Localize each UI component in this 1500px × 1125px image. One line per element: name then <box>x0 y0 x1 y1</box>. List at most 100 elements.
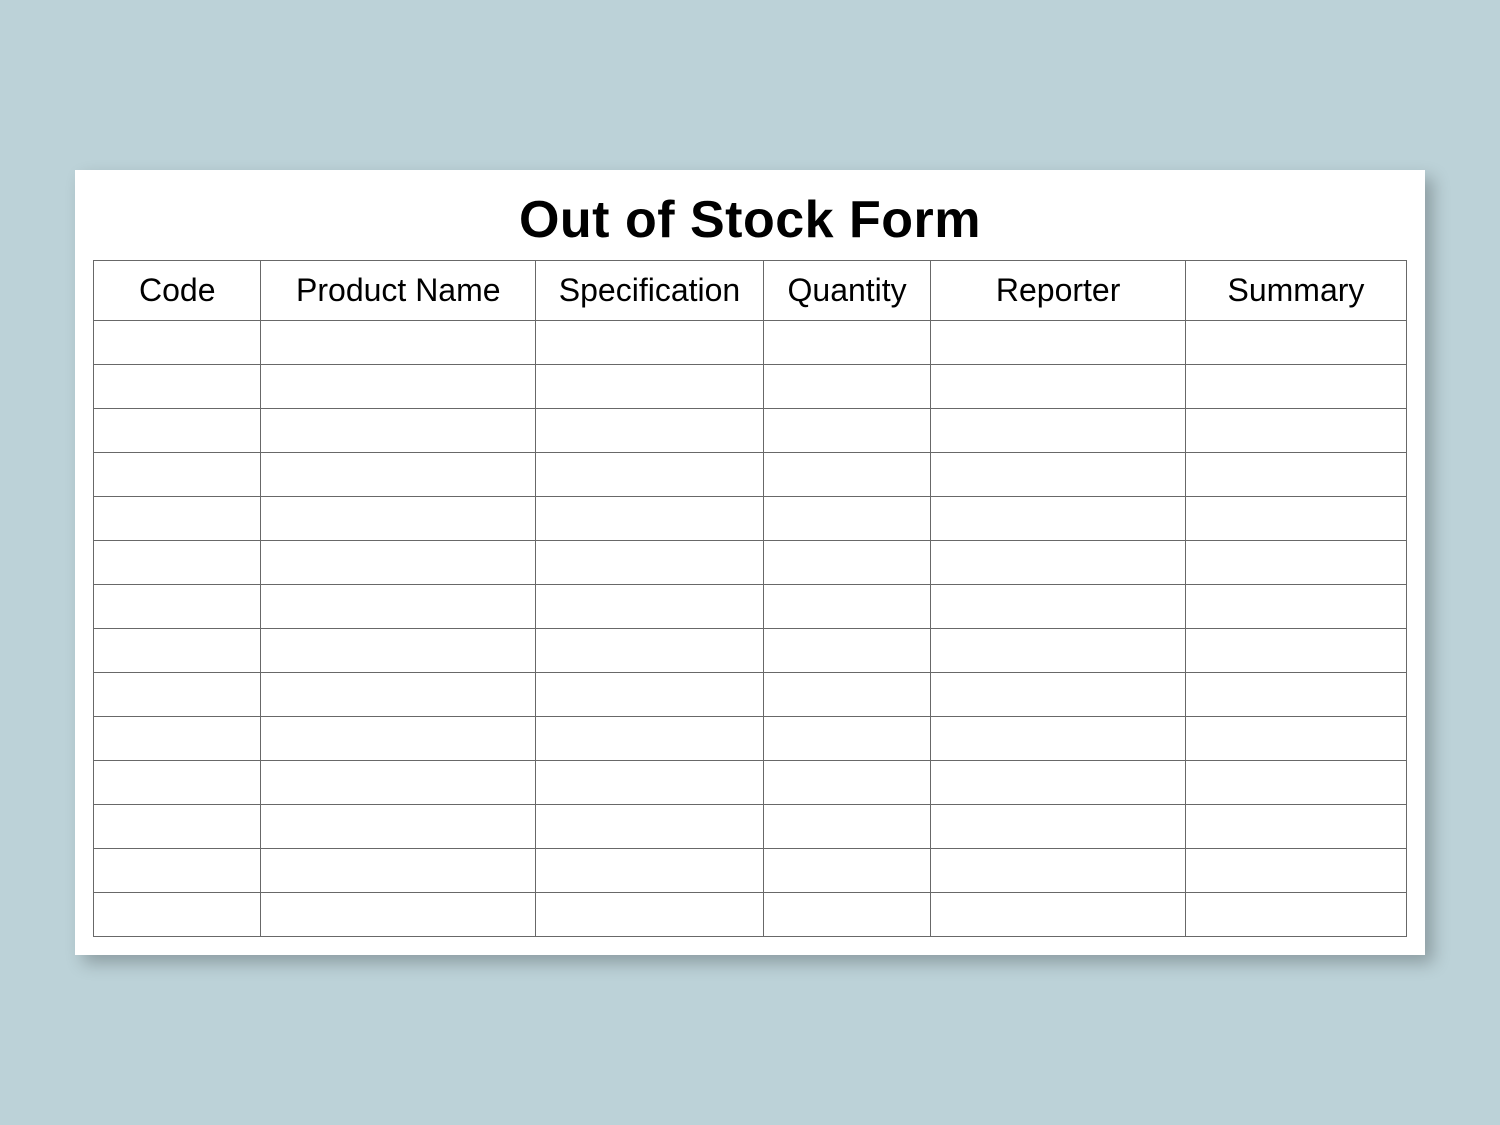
cell[interactable] <box>94 365 261 409</box>
cell[interactable] <box>536 321 764 365</box>
cell[interactable] <box>94 717 261 761</box>
cell[interactable] <box>261 453 536 497</box>
cell[interactable] <box>536 805 764 849</box>
col-header-quantity: Quantity <box>763 261 930 321</box>
cell[interactable] <box>763 717 930 761</box>
cell[interactable] <box>94 849 261 893</box>
table-header-row: Code Product Name Specification Quantity… <box>94 261 1407 321</box>
col-header-summary: Summary <box>1185 261 1406 321</box>
cell[interactable] <box>1185 365 1406 409</box>
cell[interactable] <box>261 673 536 717</box>
cell[interactable] <box>763 321 930 365</box>
cell[interactable] <box>94 409 261 453</box>
table-row <box>94 497 1407 541</box>
cell[interactable] <box>94 629 261 673</box>
cell[interactable] <box>931 497 1186 541</box>
cell[interactable] <box>1185 761 1406 805</box>
cell[interactable] <box>261 409 536 453</box>
cell[interactable] <box>536 453 764 497</box>
col-header-reporter: Reporter <box>931 261 1186 321</box>
cell[interactable] <box>763 629 930 673</box>
table-row <box>94 761 1407 805</box>
cell[interactable] <box>261 717 536 761</box>
cell[interactable] <box>1185 541 1406 585</box>
cell[interactable] <box>931 805 1186 849</box>
cell[interactable] <box>1185 717 1406 761</box>
cell[interactable] <box>763 541 930 585</box>
cell[interactable] <box>94 761 261 805</box>
cell[interactable] <box>931 541 1186 585</box>
cell[interactable] <box>763 409 930 453</box>
cell[interactable] <box>94 893 261 937</box>
cell[interactable] <box>261 321 536 365</box>
cell[interactable] <box>536 541 764 585</box>
cell[interactable] <box>763 849 930 893</box>
cell[interactable] <box>94 321 261 365</box>
cell[interactable] <box>763 365 930 409</box>
cell[interactable] <box>1185 453 1406 497</box>
cell[interactable] <box>931 453 1186 497</box>
cell[interactable] <box>261 585 536 629</box>
col-header-code: Code <box>94 261 261 321</box>
cell[interactable] <box>94 453 261 497</box>
cell[interactable] <box>261 761 536 805</box>
cell[interactable] <box>94 541 261 585</box>
cell[interactable] <box>1185 893 1406 937</box>
cell[interactable] <box>536 717 764 761</box>
cell[interactable] <box>931 365 1186 409</box>
cell[interactable] <box>536 849 764 893</box>
cell[interactable] <box>94 805 261 849</box>
cell[interactable] <box>1185 805 1406 849</box>
cell[interactable] <box>763 585 930 629</box>
cell[interactable] <box>931 717 1186 761</box>
cell[interactable] <box>261 365 536 409</box>
cell[interactable] <box>536 365 764 409</box>
cell[interactable] <box>763 761 930 805</box>
cell[interactable] <box>931 761 1186 805</box>
cell[interactable] <box>931 321 1186 365</box>
cell[interactable] <box>1185 849 1406 893</box>
cell[interactable] <box>1185 673 1406 717</box>
cell[interactable] <box>763 673 930 717</box>
cell[interactable] <box>1185 629 1406 673</box>
cell[interactable] <box>763 453 930 497</box>
cell[interactable] <box>931 673 1186 717</box>
col-header-product-name: Product Name <box>261 261 536 321</box>
cell[interactable] <box>1185 497 1406 541</box>
cell[interactable] <box>261 497 536 541</box>
cell[interactable] <box>931 409 1186 453</box>
cell[interactable] <box>1185 409 1406 453</box>
cell[interactable] <box>763 893 930 937</box>
cell[interactable] <box>931 629 1186 673</box>
table-row <box>94 849 1407 893</box>
table-row <box>94 629 1407 673</box>
document-sheet: Out of Stock Form Code Product Name Spec… <box>75 170 1425 955</box>
cell[interactable] <box>94 585 261 629</box>
cell[interactable] <box>261 893 536 937</box>
cell[interactable] <box>261 849 536 893</box>
cell[interactable] <box>536 629 764 673</box>
cell[interactable] <box>536 673 764 717</box>
cell[interactable] <box>94 673 261 717</box>
cell[interactable] <box>931 893 1186 937</box>
cell[interactable] <box>261 541 536 585</box>
cell[interactable] <box>1185 585 1406 629</box>
cell[interactable] <box>261 805 536 849</box>
stock-form-table: Code Product Name Specification Quantity… <box>93 260 1407 937</box>
cell[interactable] <box>763 497 930 541</box>
cell[interactable] <box>931 849 1186 893</box>
cell[interactable] <box>1185 321 1406 365</box>
table-row <box>94 321 1407 365</box>
cell[interactable] <box>536 585 764 629</box>
cell[interactable] <box>536 409 764 453</box>
table-row <box>94 805 1407 849</box>
cell[interactable] <box>763 805 930 849</box>
cell[interactable] <box>536 761 764 805</box>
cell[interactable] <box>261 629 536 673</box>
cell[interactable] <box>94 497 261 541</box>
cell[interactable] <box>931 585 1186 629</box>
cell[interactable] <box>536 497 764 541</box>
table-row <box>94 673 1407 717</box>
cell[interactable] <box>536 893 764 937</box>
table-row <box>94 453 1407 497</box>
